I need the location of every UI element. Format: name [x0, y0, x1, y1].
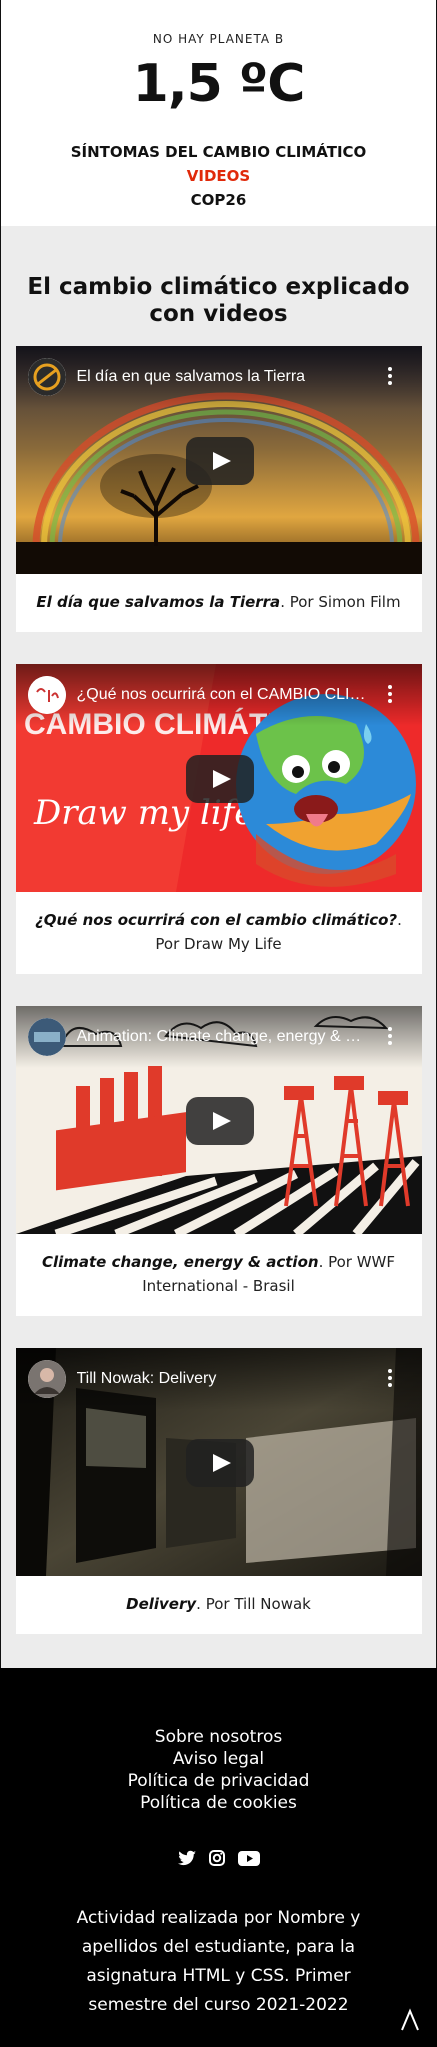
- site-header: NO HAY PLANETA B 1,5 ºC SÍNTOMAS DEL CAM…: [1, 0, 436, 226]
- video-list: El día en que salvamos la Tierra El día …: [1, 346, 436, 1634]
- channel-avatar[interactable]: [27, 358, 66, 396]
- tagline: NO HAY PLANETA B: [152, 32, 285, 46]
- nav-link-videos[interactable]: VIDEOS: [1, 164, 436, 188]
- main-nav: SÍNTOMAS DEL CAMBIO CLIMÁTICO VIDEOS COP…: [1, 140, 436, 212]
- footer-link-privacy[interactable]: Política de privacidad: [0, 1770, 437, 1792]
- play-button[interactable]: [185, 755, 254, 803]
- footer-link-about[interactable]: Sobre nosotros: [0, 1726, 437, 1748]
- nav-link-cop26[interactable]: COP26: [1, 188, 436, 212]
- video-player[interactable]: Animation: Climate change, energy & acti…: [15, 1006, 422, 1234]
- caption-title: El día que salvamos la Tierra: [36, 593, 281, 611]
- channel-avatar[interactable]: [27, 1360, 66, 1398]
- caption-title: ¿Qué nos ocurrirá con el cambio climátic…: [35, 911, 398, 929]
- footer-link-cookies[interactable]: Política de cookies: [0, 1792, 437, 1814]
- more-options-icon[interactable]: [387, 1369, 392, 1387]
- video-title[interactable]: ¿Qué nos ocurrirá con el CAMBIO CLIMÁTIC…: [77, 686, 369, 704]
- brand-logo[interactable]: 1,5 ºC: [1, 56, 436, 112]
- more-options-icon[interactable]: [387, 685, 392, 703]
- caption-author: . Por Simon Film: [280, 593, 401, 611]
- channel-logo-icon: [27, 676, 66, 714]
- nav-link-sintomas[interactable]: SÍNTOMAS DEL CAMBIO CLIMÁTICO: [1, 140, 436, 164]
- video-caption: ¿Qué nos ocurrirá con el cambio climátic…: [16, 892, 422, 974]
- channel-avatar[interactable]: [27, 676, 66, 714]
- caption-title: Delivery: [126, 1595, 197, 1613]
- section-title: El cambio climático explicado con videos: [27, 274, 410, 327]
- twitter-icon[interactable]: [177, 1848, 197, 1868]
- video-player[interactable]: El día en que salvamos la Tierra: [15, 346, 422, 574]
- more-options-icon[interactable]: [387, 367, 392, 385]
- main-content: El cambio climático explicado con videos: [1, 226, 436, 1634]
- video-player[interactable]: CAMBIO CLIMÁTICO Draw my life: [15, 664, 422, 892]
- channel-logo-icon: [27, 358, 66, 396]
- caption-author: . Por Till Nowak: [196, 1595, 311, 1613]
- back-to-top-icon[interactable]: [399, 2008, 421, 2032]
- play-button[interactable]: [185, 1097, 254, 1145]
- channel-avatar[interactable]: [27, 1018, 66, 1056]
- more-options-icon[interactable]: [387, 1027, 392, 1045]
- video-title[interactable]: Animation: Climate change, energy & acti…: [77, 1028, 369, 1046]
- page-frame: NO HAY PLANETA B 1,5 ºC SÍNTOMAS DEL CAM…: [0, 0, 437, 1668]
- video-card: CAMBIO CLIMÁTICO Draw my life: [15, 664, 422, 974]
- youtube-icon[interactable]: [237, 1848, 261, 1868]
- social-links: [0, 1848, 437, 1868]
- video-caption: Climate change, energy & action. Por WWF…: [16, 1234, 422, 1316]
- video-title[interactable]: Till Nowak: Delivery: [77, 1370, 369, 1388]
- instagram-icon[interactable]: [207, 1848, 227, 1868]
- video-card: Animation: Climate change, energy & acti…: [15, 1006, 422, 1316]
- site-footer: Sobre nosotros Aviso legal Política de p…: [0, 1668, 437, 2047]
- video-title[interactable]: El día en que salvamos la Tierra: [77, 368, 369, 386]
- footer-links: Sobre nosotros Aviso legal Política de p…: [0, 1668, 437, 1814]
- caption-title: Climate change, energy & action: [41, 1253, 319, 1271]
- video-caption: El día que salvamos la Tierra. Por Simon…: [16, 574, 422, 632]
- footer-link-legal[interactable]: Aviso legal: [0, 1748, 437, 1770]
- video-card: El día en que salvamos la Tierra El día …: [15, 346, 422, 632]
- channel-logo-icon: [27, 1018, 66, 1056]
- footer-credits: Actividad realizada por Nombre y apellid…: [76, 1908, 361, 2015]
- video-card: Till Nowak: Delivery Delivery. Por Till …: [15, 1348, 422, 1634]
- video-player[interactable]: Till Nowak: Delivery: [15, 1348, 422, 1576]
- play-button[interactable]: [185, 1439, 254, 1487]
- video-caption: Delivery. Por Till Nowak: [16, 1576, 422, 1634]
- channel-logo-icon: [27, 1360, 66, 1398]
- play-button[interactable]: [185, 437, 254, 485]
